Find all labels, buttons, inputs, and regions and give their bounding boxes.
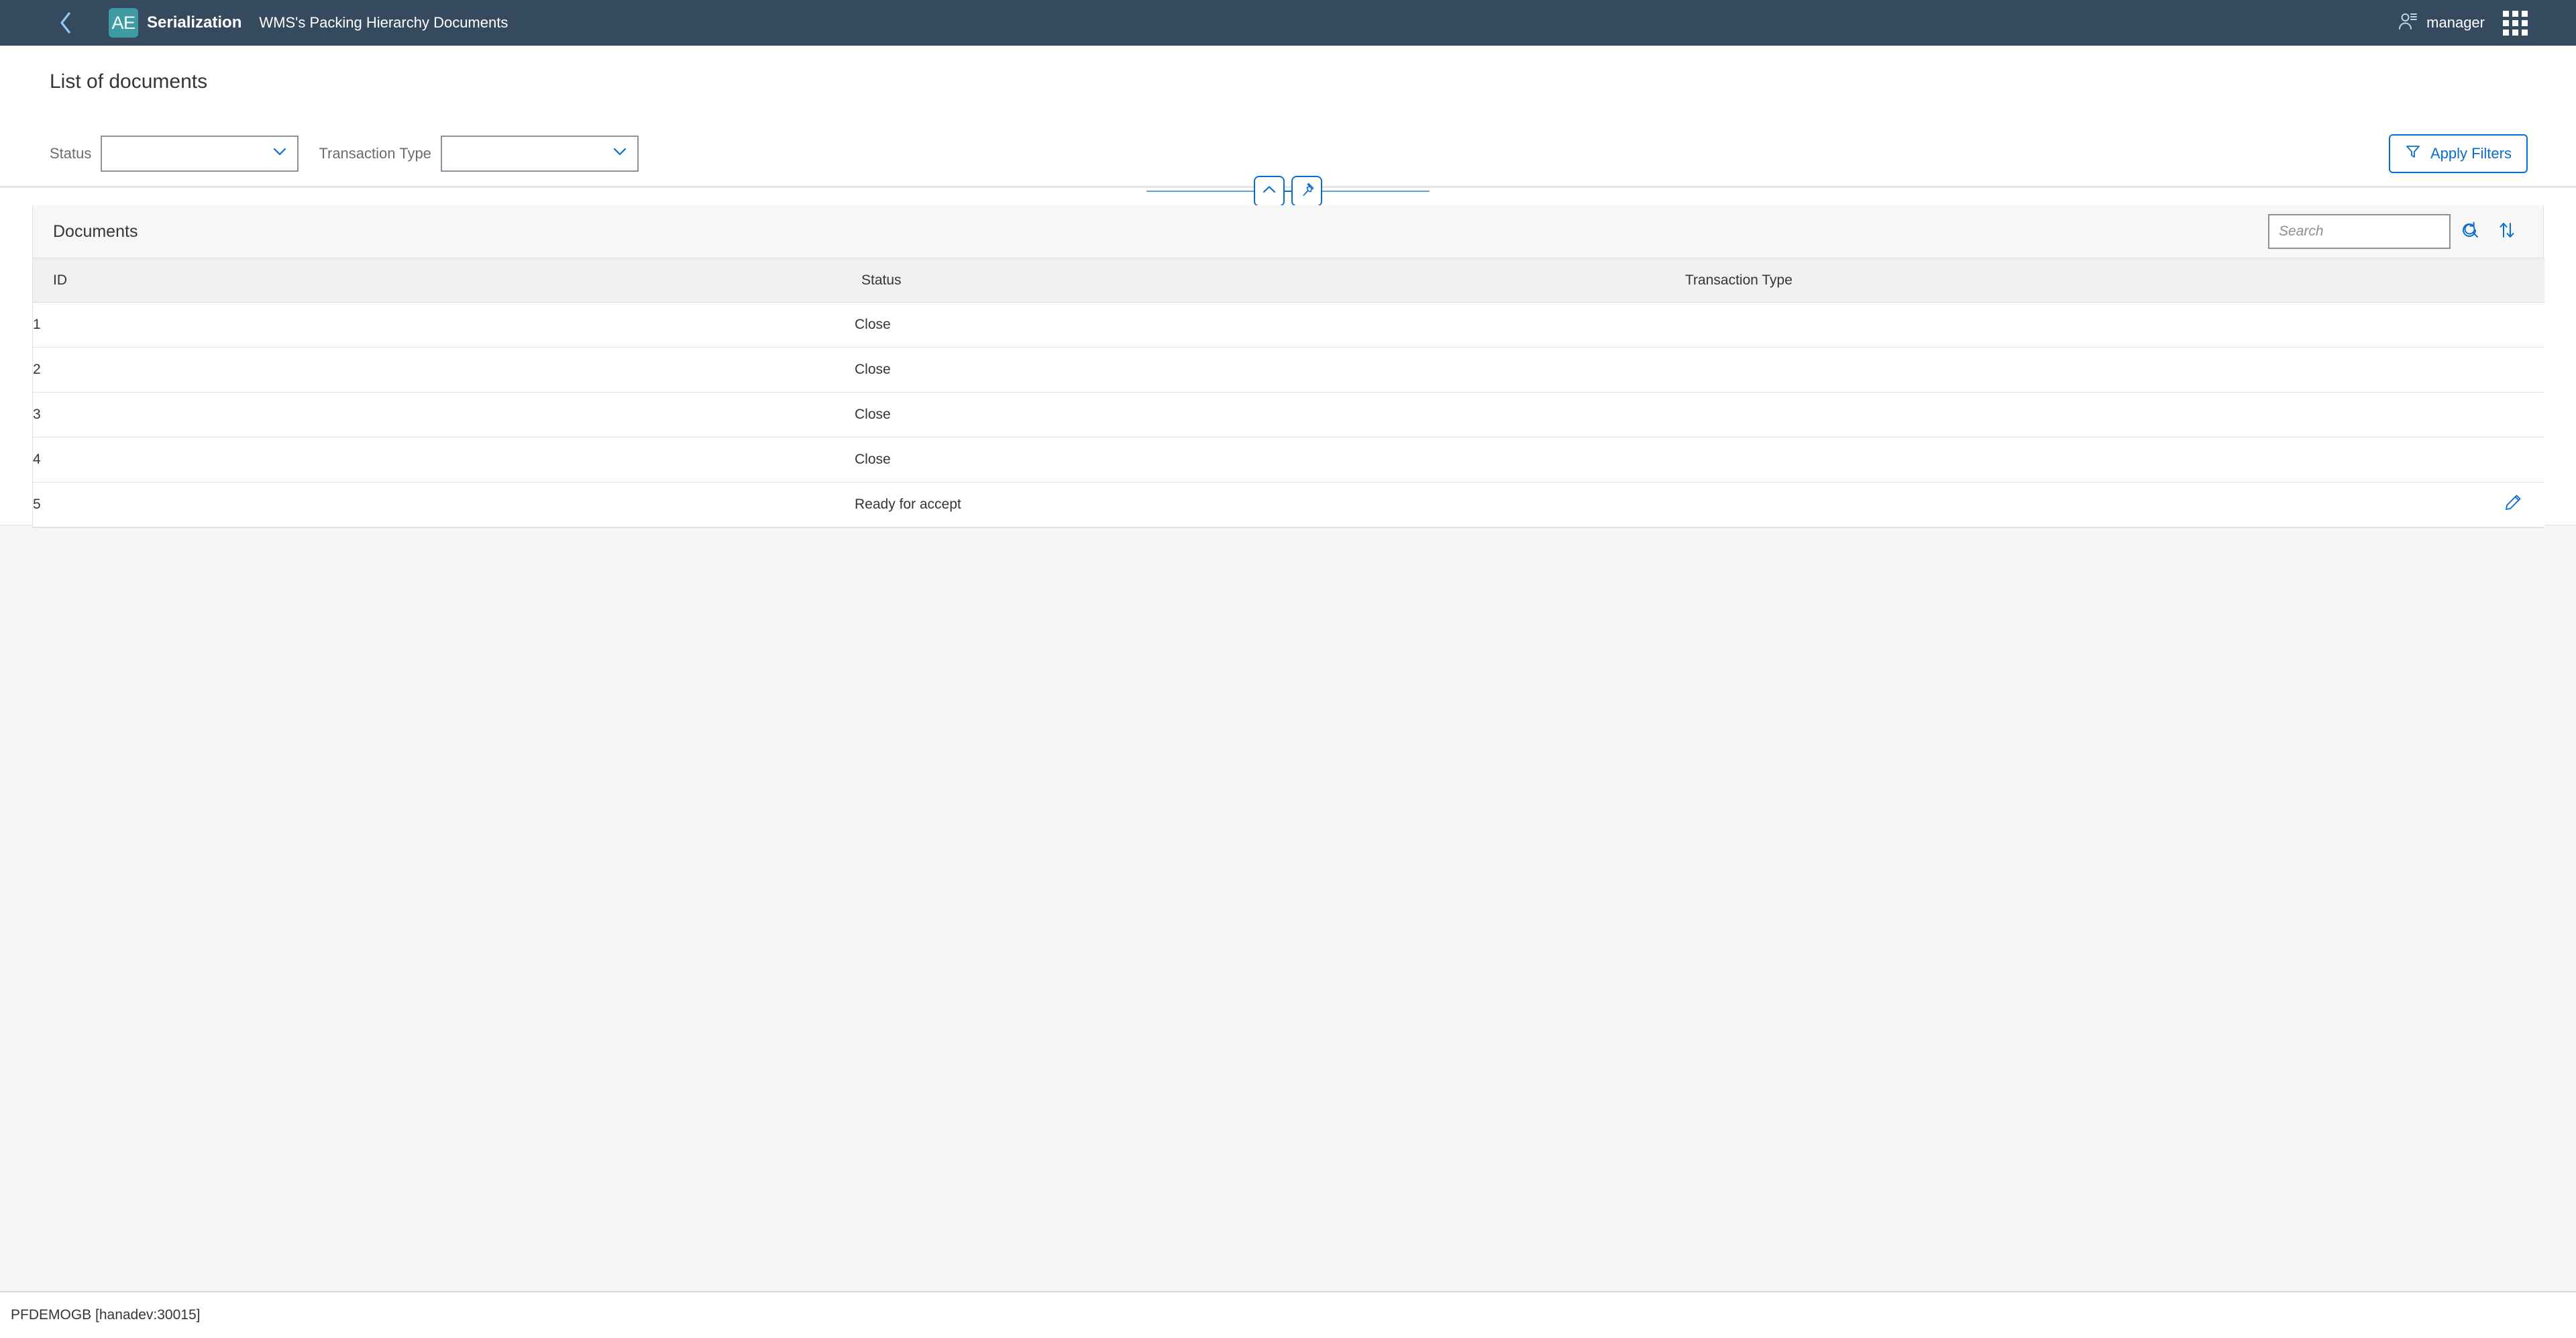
chevron-down-icon <box>273 148 286 160</box>
pin-icon <box>1299 182 1315 201</box>
toggle-rule-right <box>1322 191 1430 192</box>
table-row[interactable]: 3 Close <box>33 393 2544 438</box>
cell-id: 3 <box>33 393 855 438</box>
pin-filter-bar-button[interactable] <box>1291 176 1322 207</box>
user-name: manager <box>2426 14 2485 32</box>
status-filter-label: Status <box>50 145 91 162</box>
collapse-filter-bar-button[interactable] <box>1254 176 1285 207</box>
cell-id: 2 <box>33 348 855 393</box>
column-header-id[interactable]: ID <box>33 258 855 303</box>
cell-actions <box>2481 348 2544 393</box>
user-settings-icon <box>2398 11 2418 35</box>
filter-funnel-icon <box>2405 144 2421 164</box>
product-name: Serialization <box>147 13 241 32</box>
table-row[interactable]: 4 Close <box>33 438 2544 482</box>
documents-title: Documents <box>53 222 138 242</box>
filter-bar: Status Transaction Type Apply Filters <box>0 121 2576 188</box>
cell-id: 1 <box>33 303 855 348</box>
toggle-rule-left <box>1146 191 1254 192</box>
cell-status: Close <box>855 348 1680 393</box>
cell-actions <box>2481 482 2544 527</box>
table-row[interactable]: 5 Ready for accept <box>33 482 2544 527</box>
documents-toolbar: Documents <box>33 205 2543 258</box>
table-row[interactable]: 2 Close <box>33 348 2544 393</box>
edit-row-button[interactable] <box>2498 490 2528 519</box>
app-logo: AE <box>109 8 138 38</box>
apps-menu-button[interactable] <box>2494 0 2536 46</box>
documents-table: ID Status Transaction Type 1 Close 2 C <box>33 258 2544 527</box>
table-body: 1 Close 2 Close 3 Close 4 Close <box>33 303 2544 527</box>
column-header-status[interactable]: Status <box>855 258 1680 303</box>
cell-actions <box>2481 438 2544 482</box>
cell-transaction-type <box>1680 482 2481 527</box>
system-info: PFDEMOGB [hanadev:30015] <box>11 1307 201 1323</box>
transaction-type-filter-label: Transaction Type <box>319 145 431 162</box>
footer-bar: PFDEMOGB [hanadev:30015] <box>0 1291 2576 1338</box>
chevron-down-icon <box>613 148 627 160</box>
cell-transaction-type <box>1680 348 2481 393</box>
cell-transaction-type <box>1680 393 2481 438</box>
filter-fields: Status Transaction Type <box>50 136 639 172</box>
toggle-connector <box>1285 191 1291 192</box>
user-menu-button[interactable]: manager <box>2388 0 2494 46</box>
column-header-status-label: Status <box>855 272 902 289</box>
cell-transaction-type <box>1680 438 2481 482</box>
app-subtitle: WMS's Packing Hierarchy Documents <box>259 14 508 32</box>
apply-filters-label: Apply Filters <box>2430 145 2512 162</box>
chevron-left-icon <box>58 11 72 34</box>
column-header-id-label: ID <box>33 272 67 289</box>
sort-button[interactable] <box>2488 213 2526 250</box>
search-field[interactable] <box>2268 214 2451 249</box>
cell-status: Close <box>855 393 1680 438</box>
cell-actions <box>2481 303 2544 348</box>
chevron-up-icon <box>1263 185 1276 197</box>
edit-pencil-icon <box>2504 494 2522 515</box>
transaction-type-filter-select[interactable] <box>441 136 639 172</box>
apply-filters-button[interactable]: Apply Filters <box>2389 134 2528 173</box>
table-row[interactable]: 1 Close <box>33 303 2544 348</box>
cell-status: Close <box>855 438 1680 482</box>
grid-apps-icon <box>2503 11 2528 36</box>
search-input[interactable] <box>2269 223 2463 240</box>
documents-panel: Documents <box>32 205 2544 528</box>
back-button[interactable] <box>42 0 89 46</box>
cell-id: 4 <box>33 438 855 482</box>
table-header-row: ID Status Transaction Type <box>33 258 2544 303</box>
column-header-transaction-type-label: Transaction Type <box>1680 272 1792 289</box>
column-header-actions <box>2481 258 2544 303</box>
header-actions: manager <box>2388 0 2536 46</box>
cell-transaction-type <box>1680 303 2481 348</box>
cell-id: 5 <box>33 482 855 527</box>
cell-status: Close <box>855 303 1680 348</box>
column-header-transaction-type[interactable]: Transaction Type <box>1680 258 2481 303</box>
sort-icon <box>2498 221 2516 243</box>
content-background <box>0 525 2576 1291</box>
cell-status: Ready for accept <box>855 482 1680 527</box>
shell-header: AE Serialization WMS's Packing Hierarchy… <box>0 0 2576 46</box>
page-title: List of documents <box>50 70 207 93</box>
table-header: ID Status Transaction Type <box>33 258 2544 303</box>
search-icon[interactable] <box>2463 222 2479 242</box>
cell-actions <box>2481 393 2544 438</box>
brand-block[interactable]: AE Serialization WMS's Packing Hierarchy… <box>109 8 508 38</box>
status-filter-select[interactable] <box>101 136 299 172</box>
